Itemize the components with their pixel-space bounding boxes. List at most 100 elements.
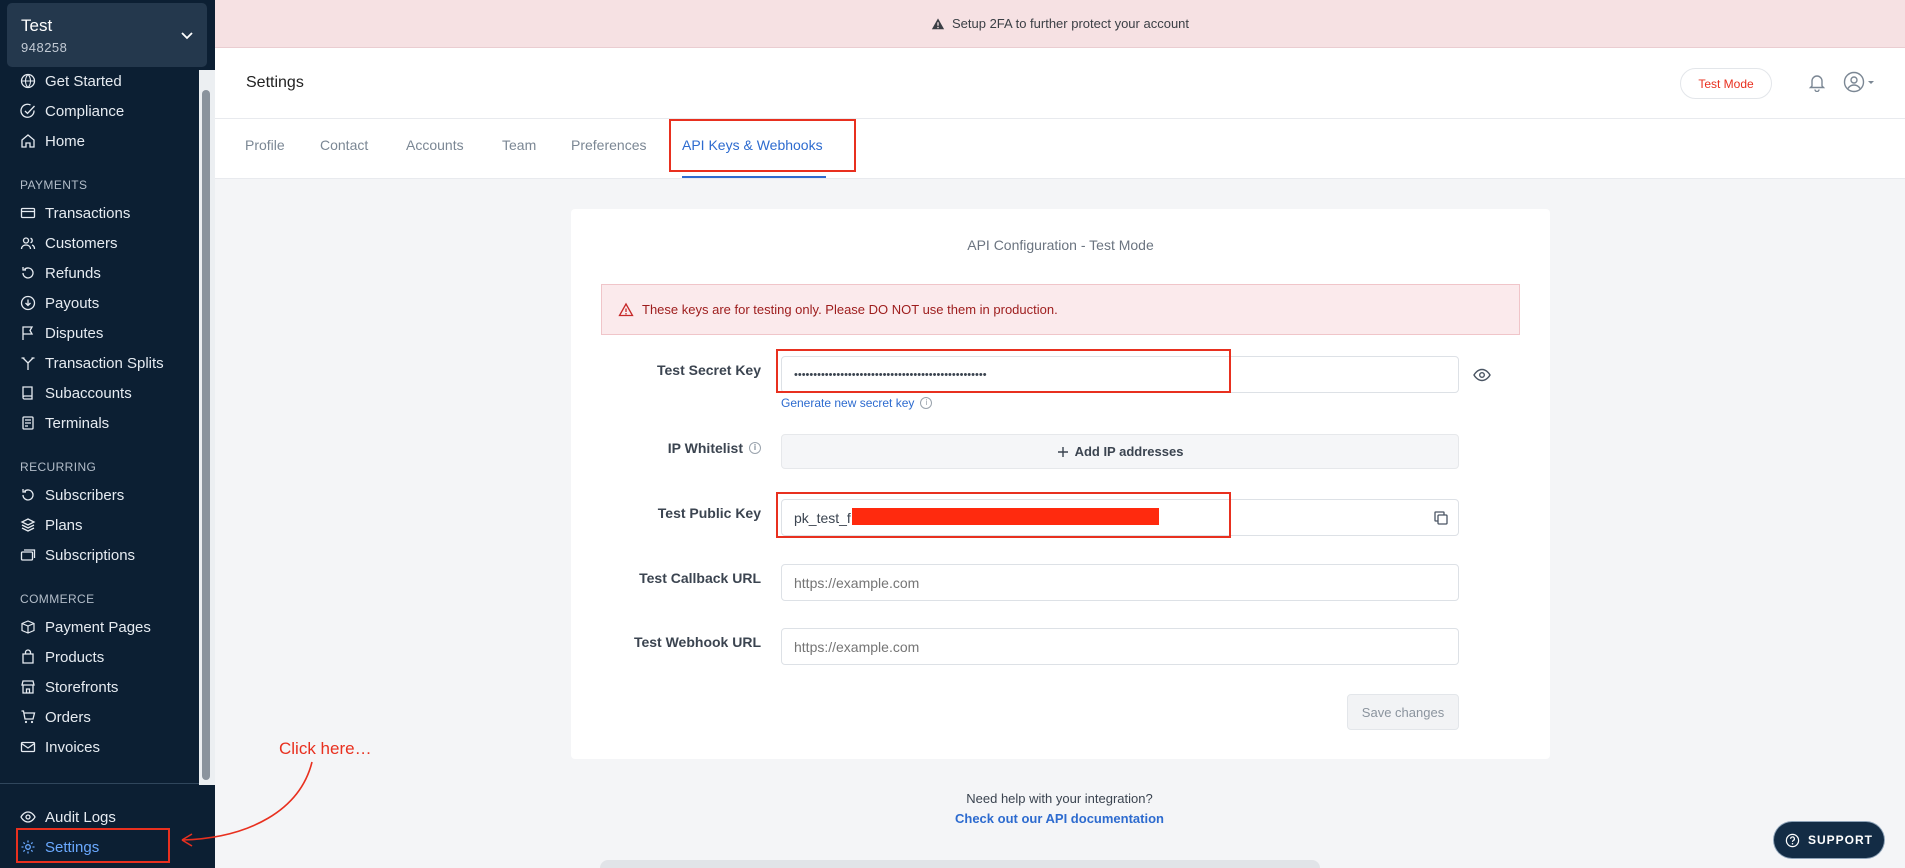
sidebar-item-label: Products (45, 648, 105, 666)
sidebar-item-disputes[interactable]: Disputes (20, 322, 103, 344)
sidebar-item-audit-logs[interactable]: Audit Logs (20, 806, 116, 828)
generate-link-text: Generate new secret key (781, 396, 915, 410)
sidebar-item-terminals[interactable]: Terminals (20, 412, 109, 434)
tab-accounts[interactable]: Accounts (406, 137, 464, 153)
add-ip-label: Add IP addresses (1074, 444, 1184, 459)
user-avatar-icon (1843, 71, 1865, 93)
support-button[interactable]: SUPPORT (1774, 822, 1884, 858)
secret-key-highlight-box (776, 349, 1231, 393)
sidebar-item-transactions[interactable]: Transactions (20, 202, 130, 224)
layers-icon (20, 518, 36, 532)
payout-icon (20, 295, 36, 311)
sidebar-item-refunds[interactable]: Refunds (20, 262, 101, 284)
sidebar-item-compliance[interactable]: Compliance (20, 100, 124, 122)
store-icon (21, 680, 35, 694)
bottom-card-edge (600, 860, 1320, 868)
sidebar-item-orders[interactable]: Orders (20, 706, 91, 728)
book-icon (22, 386, 33, 400)
warning-triangle-icon (618, 302, 634, 316)
sidebar-item-transaction-splits[interactable]: Transaction Splits (20, 352, 164, 374)
sidebar-scrollbar[interactable] (202, 90, 210, 780)
box-icon (21, 620, 35, 634)
2fa-banner[interactable]: Setup 2FA to further protect your accoun… (215, 0, 1905, 48)
public-key-highlight-box (776, 492, 1231, 538)
save-changes-button[interactable]: Save changes (1347, 694, 1459, 730)
sidebar-item-payment-pages[interactable]: Payment Pages (20, 616, 151, 638)
warning-icon (931, 17, 945, 29)
bell-icon[interactable] (1807, 72, 1827, 92)
account-switcher[interactable]: Test 948258 (7, 3, 207, 67)
help-text: Need help with your integration? (966, 791, 1153, 806)
section-header-recurring: RECURRING (20, 460, 97, 474)
section-header-payments: PAYMENTS (20, 178, 88, 192)
users-icon (20, 237, 36, 250)
chevron-down-icon (181, 32, 193, 40)
user-menu[interactable] (1843, 71, 1883, 93)
info-icon: i (749, 442, 761, 454)
test-keys-alert: These keys are for testing only. Please … (601, 284, 1520, 335)
tab-preferences[interactable]: Preferences (571, 137, 646, 153)
top-header: Settings Test Mode (215, 48, 1905, 119)
split-icon (21, 357, 35, 370)
callback-url-label: Test Callback URL (639, 570, 761, 586)
public-key-label: Test Public Key (657, 505, 761, 521)
webhook-url-input[interactable] (781, 628, 1459, 665)
sidebar-item-products[interactable]: Products (20, 646, 104, 668)
sidebar-item-label: Customers (45, 234, 118, 252)
sidebar-item-label: Get Started (45, 72, 122, 90)
sidebar-item-subscribers[interactable]: Subscribers (20, 484, 124, 506)
sidebar-item-get-started[interactable]: Get Started (20, 70, 122, 92)
annotation-arrow (181, 761, 313, 847)
sidebar-item-label: Transactions (45, 204, 131, 222)
sidebar-item-plans[interactable]: Plans (20, 514, 83, 536)
flag-icon (22, 326, 34, 340)
sidebar-item-label: Refunds (45, 264, 101, 282)
section-header-commerce: COMMERCE (20, 592, 95, 606)
sidebar-item-label: Home (45, 132, 86, 150)
sidebar-item-label: Storefronts (45, 678, 119, 696)
test-mode-toggle[interactable]: Test Mode (1680, 68, 1772, 99)
tab-profile[interactable]: Profile (245, 137, 285, 153)
add-ip-button[interactable]: Add IP addresses (781, 434, 1459, 469)
tab-contact[interactable]: Contact (320, 137, 368, 153)
sidebar-item-label: Disputes (45, 324, 104, 342)
sidebar-item-invoices[interactable]: Invoices (20, 736, 100, 758)
home-icon (21, 134, 35, 148)
sidebar-item-storefronts[interactable]: Storefronts (20, 676, 118, 698)
plus-icon (1057, 446, 1068, 457)
settings-tabs: Profile Contact Accounts Team Preference… (215, 119, 1905, 179)
cart-icon (21, 710, 36, 724)
sidebar-item-label: Transaction Splits (45, 354, 164, 372)
sidebar-item-label: Orders (45, 708, 91, 726)
sidebar-item-label: Payment Pages (45, 618, 151, 636)
sidebar-item-label: Subscriptions (45, 546, 136, 564)
callback-url-input[interactable] (781, 564, 1459, 601)
check-circle-icon (20, 103, 35, 118)
settings-highlight-box (16, 828, 170, 863)
active-tab-indicator (682, 176, 826, 178)
tab-team[interactable]: Team (502, 137, 536, 153)
sidebar-item-subscriptions[interactable]: Subscriptions (20, 544, 135, 566)
bag-icon (22, 649, 34, 664)
info-icon: i (920, 397, 933, 409)
api-docs-link[interactable]: Check out our API documentation (871, 811, 1248, 826)
sidebar-item-label: Terminals (45, 414, 110, 432)
refund-icon (22, 267, 34, 279)
sidebar-item-label: Plans (45, 516, 83, 534)
api-tab-highlight-box (669, 119, 856, 172)
copy-icon[interactable] (1433, 510, 1449, 526)
webhook-url-label: Test Webhook URL (633, 634, 761, 650)
mail-icon (20, 741, 36, 753)
sidebar-item-customers[interactable]: Customers (20, 232, 118, 254)
card-title: API Configuration - Test Mode (967, 237, 1154, 253)
sidebar-item-home[interactable]: Home (20, 130, 85, 152)
eye-icon[interactable] (1473, 366, 1491, 384)
ip-whitelist-label: IP Whitelist (667, 440, 743, 456)
cards-icon (20, 549, 36, 561)
sidebar-item-label: Payouts (45, 294, 100, 312)
page-title: Settings (246, 74, 304, 91)
generate-secret-key-link[interactable]: Generate new secret key i (781, 396, 933, 410)
sidebar-item-payouts[interactable]: Payouts (20, 292, 99, 314)
card-icon (20, 207, 36, 219)
sidebar-item-subaccounts[interactable]: Subaccounts (20, 382, 132, 404)
